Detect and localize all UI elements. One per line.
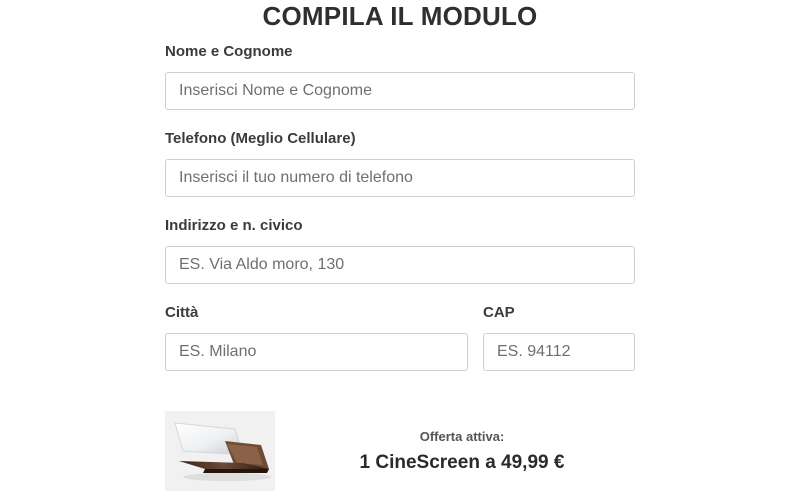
address-field[interactable] <box>165 246 635 284</box>
offer-label: Offerta attiva: <box>419 429 505 444</box>
cinescreen-product-icon <box>165 411 275 491</box>
phone-label: Telefono (Meglio Cellulare) <box>165 130 356 147</box>
name-label: Nome e Cognome <box>165 43 293 60</box>
city-label: Città <box>165 304 199 321</box>
name-field[interactable] <box>165 72 635 110</box>
zip-label: CAP <box>483 304 515 321</box>
form-title: COMPILA IL MODULO <box>262 1 538 31</box>
city-field[interactable] <box>165 333 468 371</box>
offer-text: 1 CineScreen a 49,99 € <box>359 452 565 473</box>
product-image <box>165 411 275 491</box>
zip-field[interactable] <box>483 333 635 371</box>
address-label: Indirizzo e n. civico <box>165 217 303 234</box>
phone-field[interactable] <box>165 159 635 197</box>
